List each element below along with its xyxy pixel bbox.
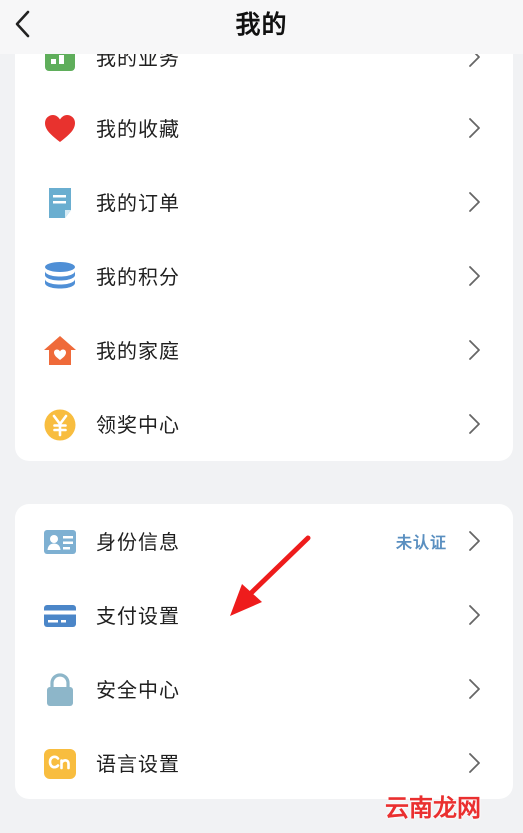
page-title: 我的 (235, 10, 288, 39)
chevron-right-icon (469, 605, 480, 625)
menu-item-payment-settings[interactable]: 支付设置 (15, 585, 513, 645)
yuan-coin-icon (43, 408, 77, 442)
heart-icon (43, 112, 77, 146)
menu-item-label: 我的订单 (96, 191, 180, 215)
verification-status-badge: 未认证 (395, 533, 447, 552)
site-watermark: 云南龙网 (385, 794, 481, 822)
menu-item-family[interactable]: 我的家庭 (15, 320, 513, 380)
menu-item-reward-center[interactable]: 领奖中心 (15, 394, 513, 454)
chevron-right-icon (469, 192, 480, 212)
menu-item-label: 支付设置 (96, 604, 180, 628)
menu-item-language-settings[interactable]: 语言设置 (15, 733, 513, 793)
points-stack-icon (43, 260, 77, 294)
menu-item-points[interactable]: 我的积分 (15, 246, 513, 306)
menu-item-orders[interactable]: 我的订单 (15, 172, 513, 232)
menu-item-label: 我的收藏 (96, 117, 180, 141)
lock-icon (43, 673, 77, 707)
id-card-icon (43, 525, 77, 559)
chevron-right-icon (469, 753, 480, 773)
chevron-right-icon (469, 340, 480, 360)
menu-item-label: 领奖中心 (96, 413, 180, 437)
menu-item-label: 我的积分 (96, 265, 180, 289)
menu-item-label: 身份信息 (96, 530, 180, 554)
menu-item-label: 语言设置 (96, 752, 180, 776)
menu-group-1: 我的业务 我的收藏 我的订单 我的积分 我的家庭 领奖中心 (15, 20, 513, 461)
language-cn-icon (43, 747, 77, 781)
menu-item-favorites[interactable]: 我的收藏 (15, 98, 513, 158)
chevron-right-icon (469, 266, 480, 286)
chevron-right-icon (469, 118, 480, 138)
menu-item-label: 安全中心 (96, 678, 180, 702)
family-home-icon (43, 334, 77, 368)
chevron-right-icon (469, 679, 480, 699)
menu-item-label: 我的家庭 (96, 339, 180, 363)
menu-item-identity-info[interactable]: 身份信息 未认证 (15, 511, 513, 571)
chevron-right-icon (469, 414, 480, 434)
menu-group-2: 身份信息 未认证 支付设置 安全中心 语言设置 (15, 504, 513, 799)
top-nav-bar: 我的 (0, 0, 523, 54)
menu-item-security-center[interactable]: 安全中心 (15, 659, 513, 719)
chevron-right-icon (469, 531, 480, 551)
payment-card-icon (43, 599, 77, 633)
order-document-icon (43, 186, 77, 220)
